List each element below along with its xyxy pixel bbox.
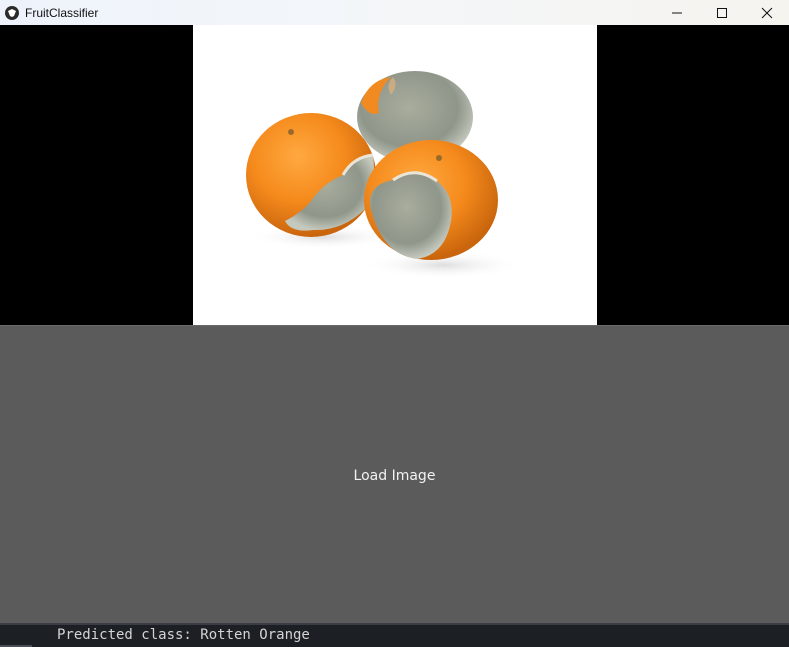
title-bar[interactable]: FruitClassifier bbox=[0, 0, 789, 25]
left-orange bbox=[246, 113, 376, 237]
three-moldy-oranges-photo bbox=[193, 25, 597, 325]
window-controls bbox=[654, 0, 789, 25]
close-icon bbox=[761, 7, 772, 18]
minimize-icon bbox=[671, 12, 682, 13]
front-orange bbox=[364, 140, 498, 260]
maximize-icon bbox=[716, 7, 727, 18]
image-display-area bbox=[0, 25, 789, 325]
load-image-button[interactable]: Load Image bbox=[0, 325, 789, 623]
minimize-button[interactable] bbox=[654, 0, 699, 25]
prediction-status-bar: Predicted class: Rotten Orange bbox=[0, 623, 789, 647]
load-image-label: Load Image bbox=[353, 467, 436, 484]
prediction-text: Predicted class: Rotten Orange bbox=[57, 627, 310, 643]
app-icon bbox=[5, 5, 19, 20]
window-title: FruitClassifier bbox=[25, 5, 99, 20]
close-button[interactable] bbox=[744, 0, 789, 25]
maximize-button[interactable] bbox=[699, 0, 744, 25]
app-window: FruitClassifier Load Image Predicted cla… bbox=[0, 0, 789, 647]
